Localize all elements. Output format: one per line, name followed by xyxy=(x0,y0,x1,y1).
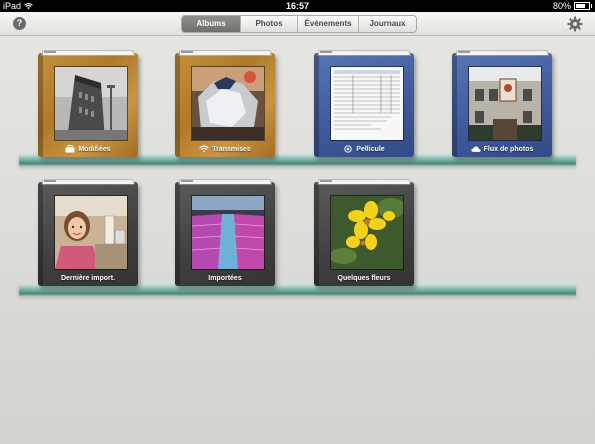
cloud-icon xyxy=(471,146,481,152)
album-cover-image xyxy=(330,195,404,270)
toolbox-icon xyxy=(65,145,75,153)
wifi-icon xyxy=(199,145,209,153)
album-modifiees[interactable]: Modifiées xyxy=(38,50,138,157)
gear-icon xyxy=(567,16,583,32)
battery-status: 80% xyxy=(553,0,592,12)
view-segmented-control: Albums Photos Événements Journaux xyxy=(181,15,417,33)
battery-icon xyxy=(574,2,592,10)
clock: 16:57 xyxy=(285,1,310,11)
album-label: Importées xyxy=(208,275,242,282)
help-icon: ? xyxy=(16,18,23,28)
album-importees[interactable]: Importées xyxy=(175,179,275,286)
album-cover-image xyxy=(468,66,542,141)
album-derniere-import[interactable]: Dernière import. xyxy=(38,179,138,286)
album-cover-image xyxy=(191,66,265,141)
help-button[interactable]: ? xyxy=(13,17,26,30)
album-label: Modifiées xyxy=(38,145,138,153)
settings-button[interactable] xyxy=(567,16,583,32)
status-bar: iPad 16:57 80% xyxy=(0,0,595,12)
album-transmises[interactable]: Transmises xyxy=(175,50,275,157)
album-label: Pellicule xyxy=(314,145,414,153)
camera-roll-icon xyxy=(344,145,352,153)
album-label: Quelques fleurs xyxy=(337,275,391,282)
tab-albums[interactable]: Albums xyxy=(182,16,241,32)
album-label: Transmises xyxy=(175,145,275,153)
battery-percent: 80% xyxy=(552,1,571,11)
album-cover-image xyxy=(330,66,404,141)
album-flux-de-photos[interactable]: Flux de photos xyxy=(452,50,552,157)
tab-evenements[interactable]: Événements xyxy=(298,16,359,32)
album-cover-image xyxy=(54,195,128,270)
album-label: Flux de photos xyxy=(452,145,552,153)
tab-photos[interactable]: Photos xyxy=(241,16,298,32)
album-quelques-fleurs[interactable]: Quelques fleurs xyxy=(314,179,414,286)
tab-journaux[interactable]: Journaux xyxy=(359,16,416,32)
toolbar: ? Albums Photos Événements Journaux xyxy=(0,12,595,36)
album-cover-image xyxy=(54,66,128,141)
album-cover-image xyxy=(191,195,265,270)
album-label: Dernière import. xyxy=(60,275,116,282)
album-pellicule[interactable]: Pellicule xyxy=(314,50,414,157)
